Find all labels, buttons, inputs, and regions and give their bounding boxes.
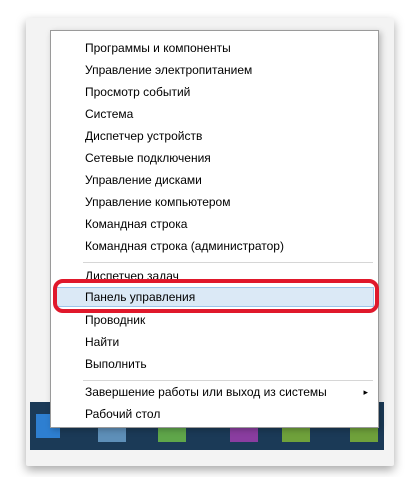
menu-item-label: Рабочий стол	[85, 407, 161, 421]
menu-item-label: Управление электропитанием	[85, 63, 253, 77]
menu-item-run[interactable]: Выполнить	[51, 353, 378, 375]
menu-item-label: Управление компьютером	[85, 195, 231, 209]
menu-item-desktop[interactable]: Рабочий стол	[51, 403, 378, 425]
menu-separator	[83, 262, 373, 263]
menu-item-power-options[interactable]: Управление электропитанием	[51, 59, 378, 81]
menu-item-task-manager[interactable]: Диспетчер задач	[51, 265, 378, 287]
menu-item-label: Командная строка	[85, 217, 188, 231]
menu-item-explorer[interactable]: Проводник	[51, 309, 378, 331]
menu-item-event-viewer[interactable]: Просмотр событий	[51, 81, 378, 103]
menu-item-label: Диспетчер устройств	[85, 129, 203, 143]
menu-item-label: Диспетчер задач	[85, 269, 179, 283]
menu-item-label: Выполнить	[85, 357, 147, 371]
menu-item-label: Просмотр событий	[85, 85, 191, 99]
menu-item-search[interactable]: Найти	[51, 331, 378, 353]
submenu-arrow-icon: ▸	[363, 387, 368, 397]
menu-item-label: Найти	[85, 335, 120, 349]
menu-item-label: Управление дисками	[85, 173, 202, 187]
menu-item-device-manager[interactable]: Диспетчер устройств	[51, 125, 378, 147]
menu-item-label: Панель управления	[85, 290, 196, 304]
menu-item-label: Завершение работы или выход из системы	[85, 385, 327, 399]
menu-item-command-prompt-admin[interactable]: Командная строка (администратор)	[51, 235, 378, 257]
menu-item-shutdown-signout[interactable]: Завершение работы или выход из системы ▸	[51, 381, 378, 403]
menu-item-computer-management[interactable]: Управление компьютером	[51, 191, 378, 213]
menu-item-system[interactable]: Система	[51, 103, 378, 125]
winx-context-menu: Программы и компоненты Управление электр…	[50, 30, 379, 428]
menu-item-disk-management[interactable]: Управление дисками	[51, 169, 378, 191]
menu-item-network-connections[interactable]: Сетевые подключения	[51, 147, 378, 169]
menu-item-label: Проводник	[85, 313, 146, 327]
menu-item-label: Программы и компоненты	[85, 41, 231, 55]
menu-item-label: Командная строка (администратор)	[85, 239, 284, 253]
menu-item-label: Сетевые подключения	[85, 151, 211, 165]
menu-item-label: Система	[85, 107, 134, 121]
menu-item-command-prompt[interactable]: Командная строка	[51, 213, 378, 235]
menu-item-control-panel[interactable]: Панель управления	[51, 286, 378, 308]
menu-item-programs-and-features[interactable]: Программы и компоненты	[51, 37, 378, 59]
